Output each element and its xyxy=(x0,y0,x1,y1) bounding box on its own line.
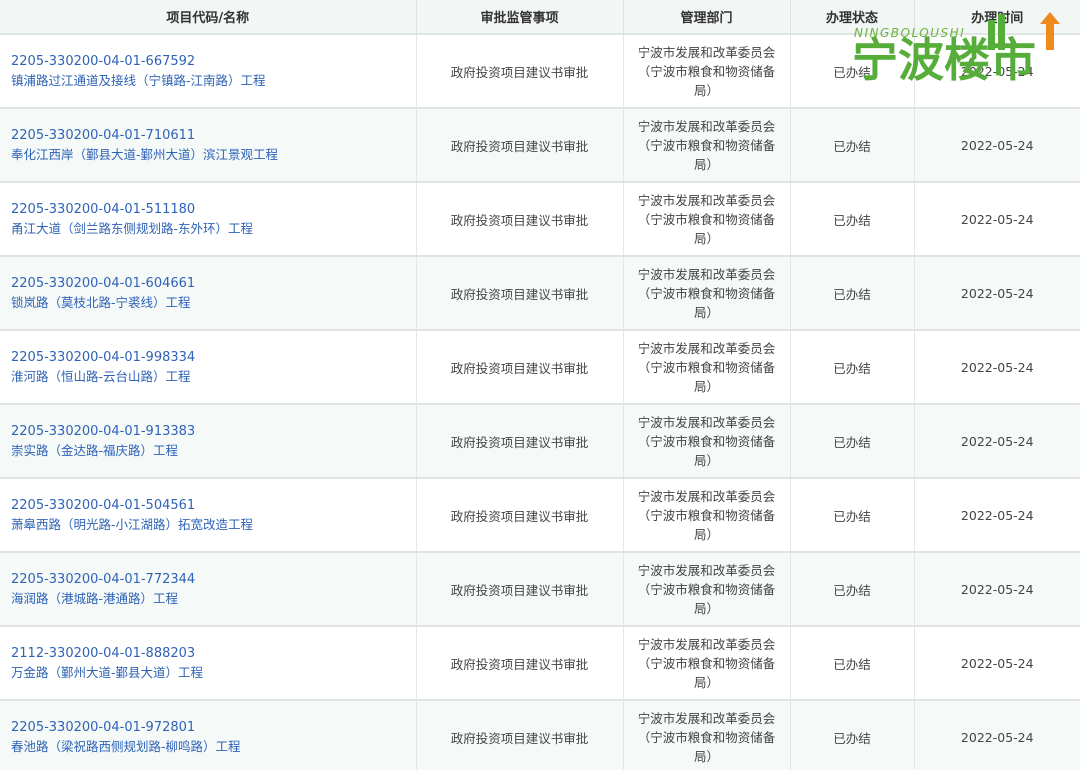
table-row: 2205-330200-04-01-998334 淮河路（恒山路-云台山路）工程… xyxy=(0,330,1080,405)
time-cell: 2022-05-24 xyxy=(914,552,1080,627)
dept-text: 宁波市发展和改革委员会（宁波市粮食和物资储备局） xyxy=(637,488,776,542)
project-code-link[interactable]: 2205-330200-04-01-972801 xyxy=(11,718,416,737)
project-name-link[interactable]: 春池路（梁祝路西侧规划路-柳鸣路）工程 xyxy=(11,737,416,756)
dept-text: 宁波市发展和改革委员会（宁波市粮食和物资储备局） xyxy=(637,340,776,394)
project-code-link[interactable]: 2112-330200-04-01-888203 xyxy=(11,644,416,663)
header-dept: 管理部门 xyxy=(623,0,791,35)
table-row: 2205-330200-04-01-710611 奉化江西岸（鄞县大道-鄞州大道… xyxy=(0,108,1080,183)
project-name-link[interactable]: 镇浦路过江通道及接线（宁镇路-江南路）工程 xyxy=(11,71,416,90)
table-row: 2205-330200-04-01-667592 镇浦路过江通道及接线（宁镇路-… xyxy=(0,34,1080,109)
approval-table: 项目代码/名称 审批监管事项 管理部门 办理状态 办理时间 2205-33020… xyxy=(0,0,1080,770)
project-name-link[interactable]: 崇实路（金达路-福庆路）工程 xyxy=(11,441,416,460)
status-cell: 已办结 xyxy=(790,478,915,553)
status-cell: 已办结 xyxy=(790,182,915,257)
dept-text: 宁波市发展和改革委员会（宁波市粮食和物资储备局） xyxy=(637,192,776,246)
status-cell: 已办结 xyxy=(790,108,915,183)
time-cell: 2022-05-24 xyxy=(914,478,1080,553)
project-cell: 2205-330200-04-01-511180 甬江大道（剑兰路东侧规划路-东… xyxy=(0,182,417,257)
dept-cell: 宁波市发展和改革委员会（宁波市粮食和物资储备局） xyxy=(623,256,791,331)
project-name-link[interactable]: 萧皋西路（明光路-小江湖路）拓宽改造工程 xyxy=(11,515,416,534)
project-name-link[interactable]: 海润路（港城路-港通路）工程 xyxy=(11,589,416,608)
table-row: 2205-330200-04-01-604661 锁岚路（莫枝北路-宁裘线）工程… xyxy=(0,256,1080,331)
time-cell: 2022-05-24 xyxy=(914,404,1080,479)
project-code-link[interactable]: 2205-330200-04-01-504561 xyxy=(11,496,416,515)
dept-cell: 宁波市发展和改革委员会（宁波市粮食和物资储备局） xyxy=(623,478,791,553)
matter-cell: 政府投资项目建议书审批 xyxy=(416,478,624,553)
time-cell: 2022-05-24 xyxy=(914,626,1080,701)
project-cell: 2205-330200-04-01-604661 锁岚路（莫枝北路-宁裘线）工程 xyxy=(0,256,417,331)
dept-text: 宁波市发展和改革委员会（宁波市粮食和物资储备局） xyxy=(637,118,776,172)
dept-cell: 宁波市发展和改革委员会（宁波市粮食和物资储备局） xyxy=(623,108,791,183)
project-name-link[interactable]: 奉化江西岸（鄞县大道-鄞州大道）滨江景观工程 xyxy=(11,145,416,164)
project-code-link[interactable]: 2205-330200-04-01-913383 xyxy=(11,422,416,441)
project-code-link[interactable]: 2205-330200-04-01-710611 xyxy=(11,126,416,145)
dept-cell: 宁波市发展和改革委员会（宁波市粮食和物资储备局） xyxy=(623,626,791,701)
time-cell: 2022-05-24 xyxy=(914,700,1080,770)
matter-cell: 政府投资项目建议书审批 xyxy=(416,552,624,627)
header-matter: 审批监管事项 xyxy=(416,0,624,35)
table-row: 2112-330200-04-01-888203 万金路（鄞州大道-鄞县大道）工… xyxy=(0,626,1080,701)
time-cell: 2022-05-24 xyxy=(914,108,1080,183)
project-approval-page: 项目代码/名称 审批监管事项 管理部门 办理状态 办理时间 2205-33020… xyxy=(0,0,1080,770)
project-name-link[interactable]: 万金路（鄞州大道-鄞县大道）工程 xyxy=(11,663,416,682)
header-time: 办理时间 xyxy=(914,0,1080,35)
project-code-link[interactable]: 2205-330200-04-01-998334 xyxy=(11,348,416,367)
project-cell: 2205-330200-04-01-504561 萧皋西路（明光路-小江湖路）拓… xyxy=(0,478,417,553)
project-name-link[interactable]: 甬江大道（剑兰路东侧规划路-东外环）工程 xyxy=(11,219,416,238)
dept-text: 宁波市发展和改革委员会（宁波市粮食和物资储备局） xyxy=(637,636,776,690)
table-row: 2205-330200-04-01-972801 春池路（梁祝路西侧规划路-柳鸣… xyxy=(0,700,1080,770)
project-cell: 2112-330200-04-01-888203 万金路（鄞州大道-鄞县大道）工… xyxy=(0,626,417,701)
matter-cell: 政府投资项目建议书审批 xyxy=(416,256,624,331)
dept-cell: 宁波市发展和改革委员会（宁波市粮食和物资储备局） xyxy=(623,552,791,627)
table-header-row: 项目代码/名称 审批监管事项 管理部门 办理状态 办理时间 xyxy=(0,0,1080,35)
project-cell: 2205-330200-04-01-772344 海润路（港城路-港通路）工程 xyxy=(0,552,417,627)
matter-cell: 政府投资项目建议书审批 xyxy=(416,404,624,479)
project-name-link[interactable]: 锁岚路（莫枝北路-宁裘线）工程 xyxy=(11,293,416,312)
project-code-link[interactable]: 2205-330200-04-01-511180 xyxy=(11,200,416,219)
matter-cell: 政府投资项目建议书审批 xyxy=(416,626,624,701)
project-cell: 2205-330200-04-01-667592 镇浦路过江通道及接线（宁镇路-… xyxy=(0,34,417,109)
table-row: 2205-330200-04-01-504561 萧皋西路（明光路-小江湖路）拓… xyxy=(0,478,1080,553)
dept-cell: 宁波市发展和改革委员会（宁波市粮食和物资储备局） xyxy=(623,182,791,257)
header-status: 办理状态 xyxy=(790,0,915,35)
status-cell: 已办结 xyxy=(790,700,915,770)
matter-cell: 政府投资项目建议书审批 xyxy=(416,108,624,183)
table-row: 2205-330200-04-01-511180 甬江大道（剑兰路东侧规划路-东… xyxy=(0,182,1080,257)
dept-cell: 宁波市发展和改革委员会（宁波市粮食和物资储备局） xyxy=(623,34,791,109)
dept-cell: 宁波市发展和改革委员会（宁波市粮食和物资储备局） xyxy=(623,330,791,405)
time-cell: 2022-05-24 xyxy=(914,256,1080,331)
status-cell: 已办结 xyxy=(790,330,915,405)
project-code-link[interactable]: 2205-330200-04-01-667592 xyxy=(11,52,416,71)
table-row: 2205-330200-04-01-913383 崇实路（金达路-福庆路）工程 … xyxy=(0,404,1080,479)
project-name-link[interactable]: 淮河路（恒山路-云台山路）工程 xyxy=(11,367,416,386)
matter-cell: 政府投资项目建议书审批 xyxy=(416,700,624,770)
dept-cell: 宁波市发展和改革委员会（宁波市粮食和物资储备局） xyxy=(623,404,791,479)
status-cell: 已办结 xyxy=(790,256,915,331)
project-cell: 2205-330200-04-01-998334 淮河路（恒山路-云台山路）工程 xyxy=(0,330,417,405)
project-code-link[interactable]: 2205-330200-04-01-604661 xyxy=(11,274,416,293)
project-code-link[interactable]: 2205-330200-04-01-772344 xyxy=(11,570,416,589)
dept-text: 宁波市发展和改革委员会（宁波市粮食和物资储备局） xyxy=(637,562,776,616)
status-cell: 已办结 xyxy=(790,552,915,627)
dept-text: 宁波市发展和改革委员会（宁波市粮食和物资储备局） xyxy=(637,414,776,468)
matter-cell: 政府投资项目建议书审批 xyxy=(416,182,624,257)
dept-text: 宁波市发展和改革委员会（宁波市粮食和物资储备局） xyxy=(637,44,776,98)
status-cell: 已办结 xyxy=(790,404,915,479)
matter-cell: 政府投资项目建议书审批 xyxy=(416,34,624,109)
dept-text: 宁波市发展和改革委员会（宁波市粮食和物资储备局） xyxy=(637,266,776,320)
header-code-name: 项目代码/名称 xyxy=(0,0,417,35)
dept-cell: 宁波市发展和改革委员会（宁波市粮食和物资储备局） xyxy=(623,700,791,770)
matter-cell: 政府投资项目建议书审批 xyxy=(416,330,624,405)
project-cell: 2205-330200-04-01-972801 春池路（梁祝路西侧规划路-柳鸣… xyxy=(0,700,417,770)
time-cell: 2022-05-24 xyxy=(914,182,1080,257)
time-cell: 2022-05-24 xyxy=(914,330,1080,405)
status-cell: 已办结 xyxy=(790,34,915,109)
project-cell: 2205-330200-04-01-710611 奉化江西岸（鄞县大道-鄞州大道… xyxy=(0,108,417,183)
time-cell: 2022-05-24 xyxy=(914,34,1080,109)
dept-text: 宁波市发展和改革委员会（宁波市粮食和物资储备局） xyxy=(637,710,776,764)
table-row: 2205-330200-04-01-772344 海润路（港城路-港通路）工程 … xyxy=(0,552,1080,627)
project-cell: 2205-330200-04-01-913383 崇实路（金达路-福庆路）工程 xyxy=(0,404,417,479)
status-cell: 已办结 xyxy=(790,626,915,701)
